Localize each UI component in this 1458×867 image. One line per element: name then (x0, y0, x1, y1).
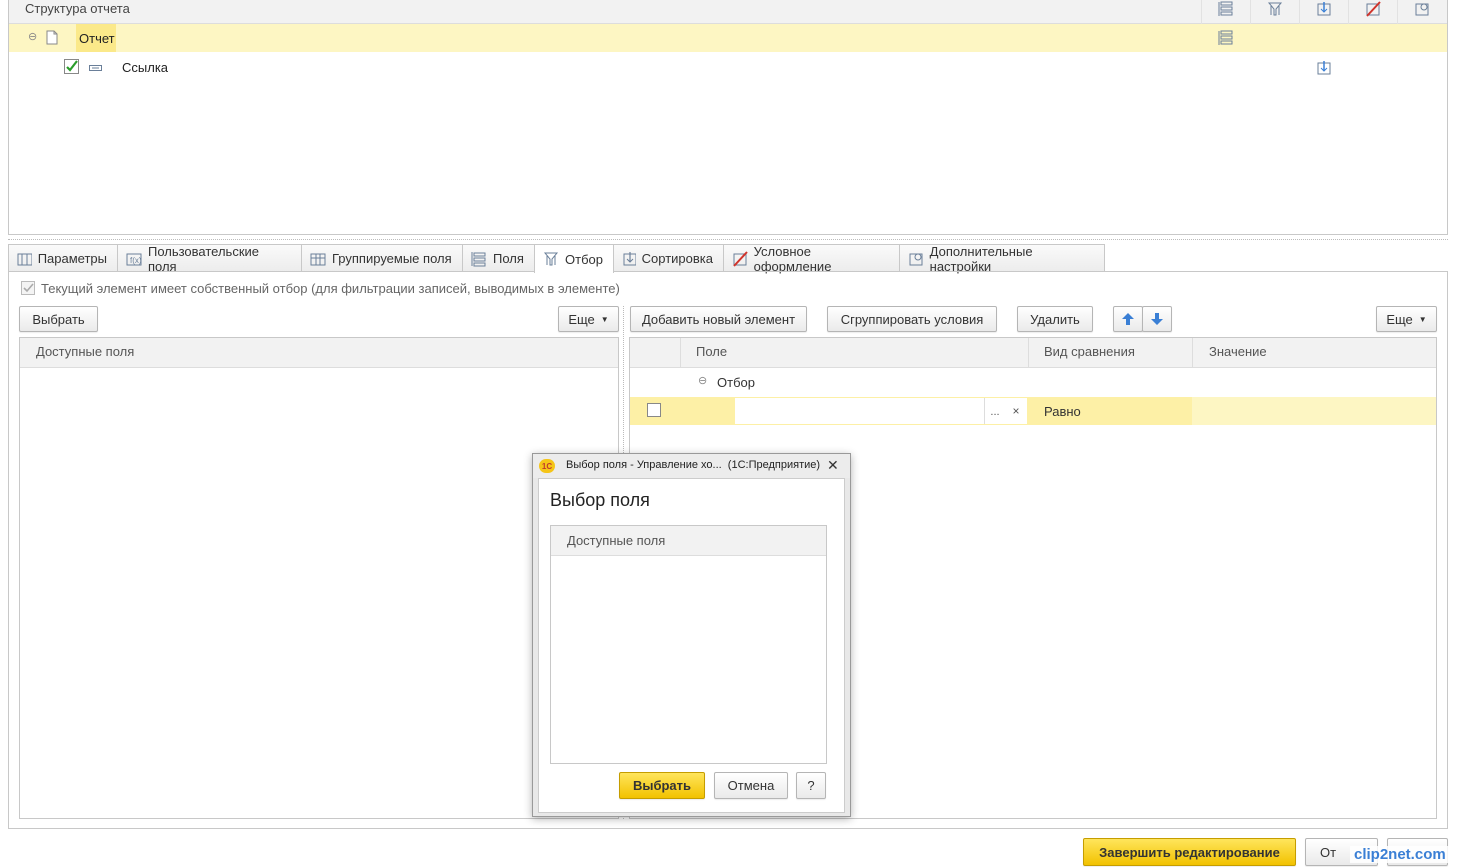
structure-row-link-label: Ссылка (122, 60, 169, 75)
field-clear-button[interactable]: × (1005, 398, 1027, 424)
dialog-select-button[interactable]: Выбрать (619, 772, 705, 799)
field-selection-dialog: 1С Выбор поля - Управление хо... (1С:Пре… (532, 453, 851, 817)
delete-button[interactable]: Удалить (1017, 306, 1093, 332)
move-up-button[interactable] (1113, 306, 1143, 332)
dialog-title: Выбор поля (550, 490, 650, 510)
field-choose-button[interactable]: ... (985, 398, 1005, 424)
condition-use-checkbox[interactable] (647, 403, 662, 421)
add-new-element-button[interactable]: Добавить новый элемент (630, 306, 807, 332)
dialog-close-button[interactable]: ✕ (827, 457, 839, 474)
move-down-button[interactable] (1142, 306, 1172, 332)
tab-filter[interactable]: Отбор (534, 244, 614, 273)
grouping-fields-icon (310, 253, 326, 265)
column-comparison: Вид сравнения (1044, 344, 1135, 359)
structure-row-checkbox[interactable] (64, 59, 80, 78)
dialog-cancel-button[interactable]: Отмена (714, 772, 788, 799)
tab-grouping-fields[interactable]: Группируемые поля (301, 244, 463, 272)
conditional-format-column-icon[interactable] (1365, 1, 1381, 17)
tab-conditional-format[interactable]: Условное оформление (723, 244, 900, 274)
own-filter-label: Текущий элемент имеет собственный отбор … (41, 281, 620, 296)
structure-row-report-label: Отчет (79, 31, 115, 46)
select-field-button[interactable]: Выбрать (19, 306, 98, 332)
link-sort-icon[interactable] (1316, 60, 1332, 76)
dropdown-arrow-icon: ▼ (1418, 314, 1427, 324)
column-field: Поле (696, 344, 728, 359)
condition-value-cell[interactable] (1192, 397, 1436, 425)
1c-logo-icon: 1С (539, 459, 555, 473)
dropdown-arrow-icon: ▼ (600, 314, 609, 324)
available-fields-list[interactable] (19, 337, 619, 819)
conditional-format-icon (733, 250, 748, 267)
splitter[interactable] (8, 239, 1448, 240)
report-document-icon (45, 30, 59, 49)
finish-editing-button[interactable]: Завершить редактирование (1083, 838, 1296, 866)
collapse-icon[interactable]: ⊖ (28, 30, 37, 43)
own-filter-checkbox[interactable] (21, 281, 36, 299)
column-value: Значение (1209, 344, 1267, 359)
tab-user-fields[interactable]: f(x) Пользовательские поля (117, 244, 302, 274)
user-fields-icon: f(x) (126, 253, 142, 265)
arrow-down-icon (1151, 313, 1163, 325)
dialog-list-header-label: Доступные поля (567, 533, 666, 548)
condition-comparison[interactable]: Равно (1044, 404, 1081, 419)
dialog-window-title: Выбор поля - Управление хо... (1С:Предпр… (566, 459, 821, 471)
extra-settings-column-icon[interactable] (1414, 1, 1430, 17)
group-conditions-button[interactable]: Сгруппировать условия (827, 306, 997, 332)
arrow-up-icon (1122, 313, 1134, 325)
field-icon (89, 61, 103, 76)
filter-column-icon[interactable] (1267, 1, 1283, 17)
tab-extra-settings[interactable]: Дополнительные настройки (899, 244, 1105, 274)
dialog-help-button[interactable]: ? (796, 772, 826, 799)
report-structure-panel: Структура отчета ⊖ Отчет Ссылка (8, 0, 1448, 235)
sort-column-icon[interactable] (1316, 1, 1332, 17)
fields-icon (471, 251, 486, 266)
tab-fields[interactable]: Поля (462, 244, 535, 272)
clip2net-watermark: clip2net.com (1350, 846, 1450, 863)
tab-parameters[interactable]: Параметры (8, 244, 118, 272)
extra-settings-icon (909, 253, 923, 265)
structure-header-label: Структура отчета (25, 1, 130, 16)
condition-field-input[interactable] (735, 398, 985, 424)
dialog-available-fields-list[interactable] (550, 525, 827, 764)
right-more-button[interactable]: Еще ▼ (1376, 306, 1437, 332)
filter-table-header (630, 338, 1436, 368)
filter-group-label: Отбор (717, 375, 755, 390)
filter-icon (543, 252, 559, 266)
group-collapse-icon[interactable]: ⊖ (698, 374, 707, 387)
fields-column-icon[interactable] (1218, 1, 1234, 17)
left-more-button[interactable]: Еще ▼ (558, 306, 619, 332)
parameters-icon (17, 253, 32, 265)
report-fields-icon[interactable] (1218, 30, 1234, 46)
sorting-icon (623, 251, 636, 265)
tab-sorting[interactable]: Сортировка (613, 244, 724, 272)
svg-text:f(x): f(x) (130, 256, 142, 265)
available-fields-header-label: Доступные поля (36, 344, 135, 359)
